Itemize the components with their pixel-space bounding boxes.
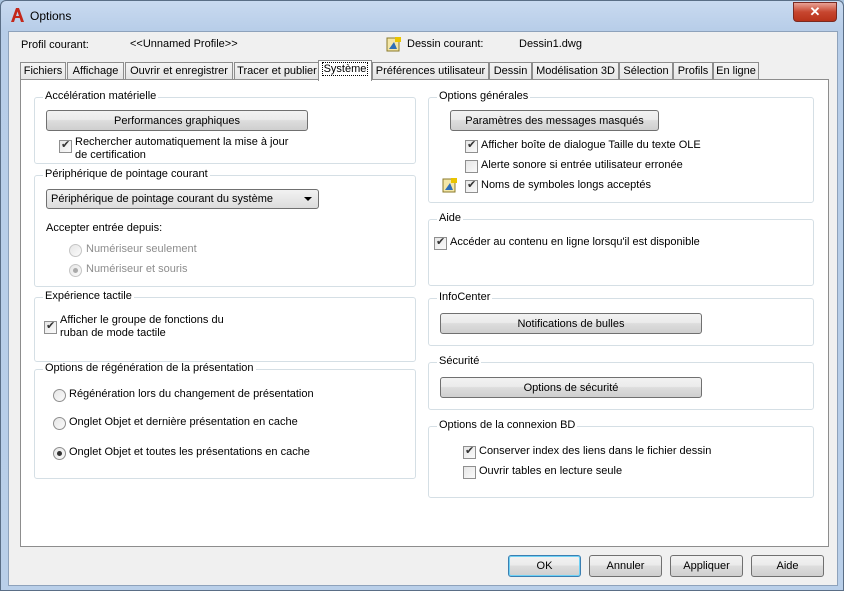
keep-link-index-label: Conserver index des liens dans le fichie…	[479, 445, 712, 457]
long-symbol-names-label: Noms de symboles longs acceptés	[481, 179, 651, 191]
drawing-value: Dessin1.dwg	[519, 38, 582, 50]
digitizer-only-label: Numériseur seulement	[86, 243, 197, 255]
cache-last-layout-label: Onglet Objet et dernière présentation en…	[69, 416, 298, 428]
tab-systeme[interactable]: Système	[318, 60, 372, 81]
beep-label: Alerte sonore si entrée utilisateur erro…	[481, 159, 683, 171]
touch-experience-group: Expérience tactile Afficher le groupe de…	[34, 290, 416, 362]
cache-all-layouts-label: Onglet Objet et toutes les présentations…	[69, 446, 310, 458]
ok-button[interactable]: OK	[508, 555, 581, 577]
tab-preferences-utilisateur[interactable]: Préférences utilisateur	[372, 62, 489, 80]
security-options-button[interactable]: Options de sécurité	[440, 377, 702, 398]
tab-label: Modélisation 3D	[536, 65, 615, 77]
hidden-messages-button[interactable]: Paramètres des messages masqués	[450, 110, 659, 131]
ole-dialog-label: Afficher boîte de dialogue Taille du tex…	[481, 139, 701, 151]
regen-on-switch-label: Régénération lors du changement de prése…	[69, 388, 314, 400]
tab-label: Dessin	[493, 65, 528, 77]
tab-label: Fichiers	[23, 65, 63, 77]
hw-acceleration-group: Accélération matérielle Performances gra…	[34, 90, 416, 164]
tab-tracer-publier[interactable]: Tracer et publier	[234, 62, 320, 80]
group-title: Périphérique de pointage courant	[43, 168, 210, 180]
readonly-tables-label: Ouvrir tables en lecture seule	[479, 465, 623, 477]
accept-input-label: Accepter entrée depuis:	[46, 222, 163, 234]
long-symbol-names-checkbox[interactable]	[465, 178, 478, 193]
group-title: Options de régénération de la présentati…	[43, 362, 256, 374]
cache-all-layouts-radio[interactable]	[53, 447, 66, 460]
group-title: Options de la connexion BD	[437, 419, 578, 431]
systeme-panel: Accélération matérielle Performances gra…	[20, 79, 829, 547]
online-content-label: Accéder au contenu en ligne lorsqu'il es…	[450, 236, 700, 248]
tab-label: Affichage	[72, 65, 119, 77]
drawing-file-icon	[442, 178, 457, 193]
auto-check-label-line2: de certification	[75, 149, 146, 161]
digitizer-only-radio[interactable]	[69, 244, 82, 257]
keep-link-index-checkbox[interactable]	[463, 444, 476, 459]
auto-check-label-line1: Rechercher automatiquement la mise à jou…	[75, 136, 289, 148]
help-button[interactable]: Aide	[751, 555, 824, 577]
window-title: Options	[30, 9, 72, 23]
auto-check-certification-checkbox[interactable]	[59, 138, 72, 153]
tab-modelisation-3d[interactable]: Modélisation 3D	[532, 62, 619, 80]
regen-on-switch-radio[interactable]	[53, 389, 66, 402]
group-title: Options générales	[437, 90, 531, 102]
help-group: Aide Accéder au contenu en ligne lorsqu'…	[428, 212, 814, 286]
pointing-device-selected: Périphérique de pointage courant du syst…	[51, 193, 273, 205]
close-button[interactable]: ✕	[793, 2, 837, 22]
graphics-performance-button[interactable]: Performances graphiques	[46, 110, 308, 131]
tab-label: Tracer et publier	[237, 65, 317, 77]
online-content-checkbox[interactable]	[434, 235, 447, 250]
security-group: Sécurité Options de sécurité	[428, 355, 814, 410]
apply-button[interactable]: Appliquer	[670, 555, 743, 577]
general-options-group: Options générales Paramètres des message…	[428, 90, 814, 203]
dialog-body: Profil courant: <<Unnamed Profile>> Dess…	[8, 31, 838, 586]
group-title: Expérience tactile	[43, 290, 134, 302]
tab-dessin[interactable]: Dessin	[489, 62, 532, 80]
cache-last-layout-radio[interactable]	[53, 417, 66, 430]
drawing-label: Dessin courant:	[407, 38, 484, 50]
group-title: InfoCenter	[437, 291, 493, 303]
tab-label: Préférences utilisateur	[375, 65, 486, 77]
readonly-tables-checkbox[interactable]	[463, 466, 476, 479]
autocad-logo-icon	[11, 8, 24, 22]
tab-affichage[interactable]: Affichage	[67, 62, 124, 80]
tab-fichiers[interactable]: Fichiers	[20, 62, 66, 80]
tab-label: Système	[321, 62, 369, 76]
group-title: Accélération matérielle	[43, 90, 159, 102]
tab-en-ligne[interactable]: En ligne	[713, 62, 759, 80]
title-bar[interactable]: Options ✕	[1, 1, 843, 31]
pointing-device-group: Périphérique de pointage courant Périphé…	[34, 168, 416, 287]
profile-label: Profil courant:	[21, 39, 89, 51]
options-window: Options ✕ Profil courant: <<Unnamed Prof…	[0, 0, 844, 591]
chevron-down-icon	[304, 197, 312, 201]
cancel-button[interactable]: Annuler	[589, 555, 662, 577]
tab-label: Profils	[677, 65, 709, 77]
tab-profils[interactable]: Profils	[673, 62, 713, 80]
db-connection-group: Options de la connexion BD Conserver ind…	[428, 419, 814, 498]
tab-selection[interactable]: Sélection	[619, 62, 673, 80]
digitizer-and-mouse-radio[interactable]	[69, 264, 82, 277]
touch-ribbon-label-line1: Afficher le groupe de fonctions du	[60, 314, 224, 326]
infocenter-group: InfoCenter Notifications de bulles	[428, 291, 814, 346]
tab-ouvrir-enregistrer[interactable]: Ouvrir et enregistrer	[125, 62, 233, 80]
group-title: Sécurité	[437, 355, 482, 367]
ole-dialog-checkbox[interactable]	[465, 138, 478, 153]
pointing-device-select[interactable]: Périphérique de pointage courant du syst…	[46, 189, 319, 209]
balloon-notifications-button[interactable]: Notifications de bulles	[440, 313, 702, 334]
drawing-file-icon	[386, 37, 401, 52]
beep-checkbox[interactable]	[465, 160, 478, 173]
profile-value: <<Unnamed Profile>>	[130, 38, 238, 50]
digitizer-and-mouse-label: Numériseur et souris	[86, 263, 188, 275]
tab-label: Sélection	[623, 65, 669, 77]
group-title: Aide	[437, 212, 464, 224]
touch-ribbon-label-line2: ruban de mode tactile	[60, 327, 166, 339]
layout-regen-group: Options de régénération de la présentati…	[34, 362, 416, 479]
touch-ribbon-checkbox[interactable]	[44, 319, 57, 334]
tab-label: Ouvrir et enregistrer	[130, 65, 228, 77]
tab-label: En ligne	[716, 65, 756, 77]
